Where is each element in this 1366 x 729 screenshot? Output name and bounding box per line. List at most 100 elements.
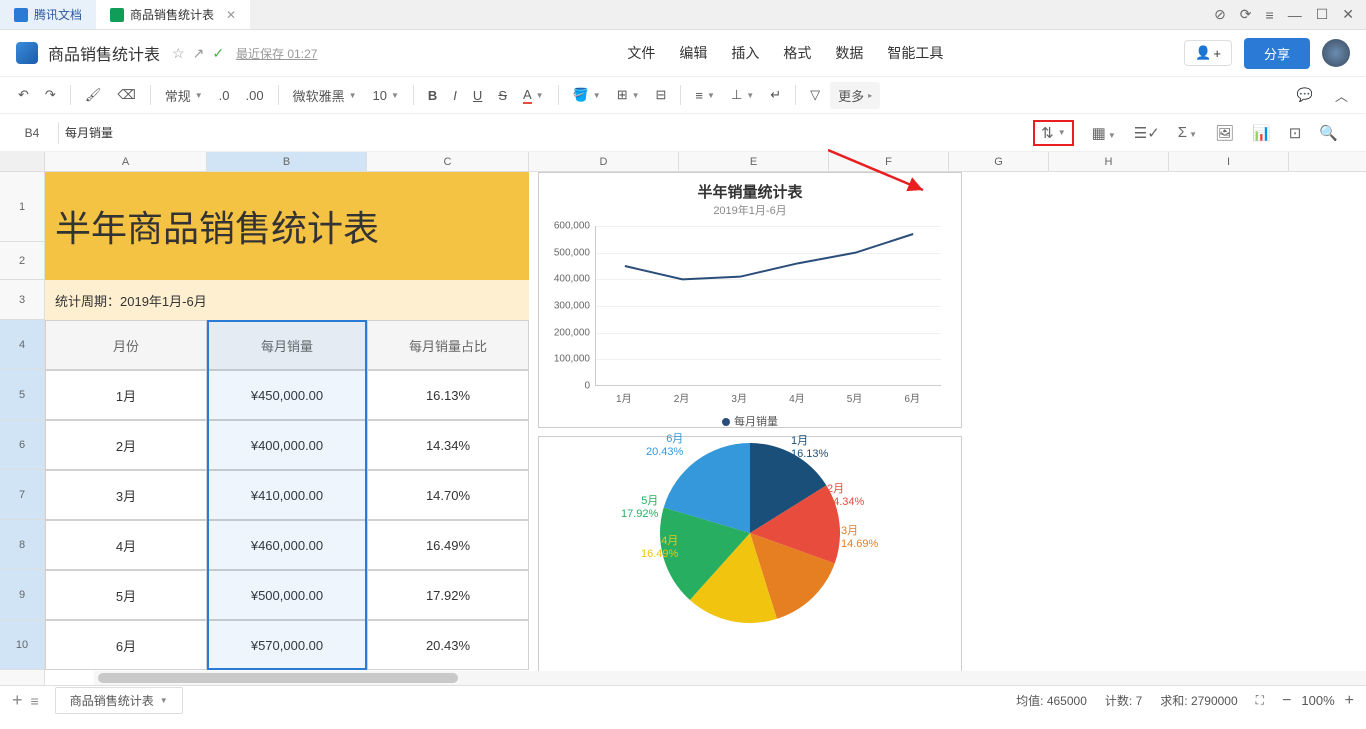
cell-b7[interactable]: ¥410,000.00 [207, 470, 367, 520]
undo-button[interactable]: ↶ [12, 83, 35, 107]
cell-b9[interactable]: ¥500,000.00 [207, 570, 367, 620]
header-month[interactable]: 月份 [45, 320, 207, 370]
row-header-7[interactable]: 7 [0, 470, 44, 520]
number-format-dropdown[interactable]: 常规▼ [159, 82, 209, 109]
header-sales[interactable]: 每月销量 [207, 320, 367, 370]
collapse-toolbar-button[interactable]: ︿ [1329, 82, 1354, 109]
find-button[interactable]: 🔍 [1319, 124, 1338, 142]
star-icon[interactable]: ☆ [172, 45, 185, 62]
format-painter-button[interactable]: 🖌 [79, 83, 108, 107]
insert-image-button[interactable]: 🖼 [1215, 124, 1234, 142]
italic-button[interactable]: I [447, 84, 463, 107]
menu-edit[interactable]: 编辑 [679, 43, 707, 63]
add-sheet-button[interactable]: + [12, 690, 23, 711]
insert-chart-button[interactable]: 📊 [1252, 124, 1271, 142]
underline-button[interactable]: U [467, 84, 488, 107]
col-header-e[interactable]: E [679, 152, 829, 171]
more-button[interactable]: 更多▸ [830, 82, 880, 109]
fullscreen-icon[interactable]: ⛶ [1256, 693, 1264, 708]
header-percent[interactable]: 每月销量占比 [367, 320, 529, 370]
row-header-5[interactable]: 5 [0, 370, 44, 420]
horizontal-scrollbar[interactable] [94, 671, 1366, 685]
app-tab-document[interactable]: 商品销售统计表 ✕ [96, 0, 250, 29]
refresh-icon[interactable]: ⟳ [1240, 6, 1252, 23]
col-header-b[interactable]: B [207, 152, 367, 171]
row-header-9[interactable]: 9 [0, 570, 44, 620]
window-maximize-icon[interactable]: ☐ [1316, 6, 1329, 23]
cell-b6[interactable]: ¥400,000.00 [207, 420, 367, 470]
cell-c5[interactable]: 16.13% [367, 370, 529, 420]
col-header-d[interactable]: D [529, 152, 679, 171]
vertical-align-button[interactable]: ⊥▼ [725, 83, 760, 107]
text-wrap-button[interactable]: ↵ [764, 83, 787, 107]
cell-b10[interactable]: ¥570,000.00 [207, 620, 367, 670]
menu-format[interactable]: 格式 [783, 43, 811, 63]
freeze-button[interactable]: ⊡ [1289, 124, 1302, 142]
clear-format-button[interactable]: ⌫ [111, 83, 141, 107]
sheet-menu-button[interactable]: ≡ [31, 693, 39, 709]
window-minimize-icon[interactable]: — [1288, 7, 1302, 23]
comment-button[interactable]: 💬 [1291, 82, 1319, 109]
pie-chart[interactable]: 1月16.13%2月14.34%3月14.69%4月16.49%5月17.92%… [538, 436, 962, 685]
menu-insert[interactable]: 插入 [731, 43, 759, 63]
hamburger-icon[interactable]: ≡ [1266, 7, 1274, 23]
merge-cells-button[interactable]: ⊟ [650, 83, 673, 107]
cell-a6[interactable]: 2月 [45, 420, 207, 470]
function-button[interactable]: Σ▼ [1178, 124, 1197, 141]
conditional-format-button[interactable]: ▦▼ [1092, 124, 1116, 142]
filter-button[interactable]: ▽ [804, 83, 826, 107]
sheet-title-cell[interactable]: 半年商品销售统计表 [45, 172, 529, 280]
formula-bar-content[interactable]: 每月销量 [65, 124, 113, 141]
decrease-decimal-button[interactable]: .0 [213, 84, 236, 107]
zoom-out-button[interactable]: − [1282, 692, 1291, 710]
horizontal-align-button[interactable]: ≡▼ [689, 84, 721, 107]
cells-area[interactable]: 半年商品销售统计表 统计周期：2019年1月-6月 月份 每月销量 每月销量占比… [45, 172, 1366, 685]
cell-a8[interactable]: 4月 [45, 520, 207, 570]
sheet-tab[interactable]: 商品销售统计表▼ [55, 687, 183, 714]
strikethrough-button[interactable]: S [492, 84, 513, 107]
menu-file[interactable]: 文件 [627, 43, 655, 63]
cell-c8[interactable]: 16.49% [367, 520, 529, 570]
increase-decimal-button[interactable]: .00 [240, 84, 270, 107]
period-cell[interactable]: 统计周期：2019年1月-6月 [45, 280, 529, 320]
add-user-button[interactable]: 👤+ [1184, 40, 1232, 66]
cell-c10[interactable]: 20.43% [367, 620, 529, 670]
share-button[interactable]: 分享 [1244, 38, 1310, 69]
sort-button[interactable]: ⇅▼ [1033, 120, 1074, 146]
cell-c9[interactable]: 17.92% [367, 570, 529, 620]
redo-button[interactable]: ↷ [39, 83, 62, 107]
avatar[interactable] [1322, 39, 1350, 67]
col-header-c[interactable]: C [367, 152, 529, 171]
row-header-6[interactable]: 6 [0, 420, 44, 470]
no-entry-icon[interactable]: ⊘ [1214, 6, 1226, 23]
menu-tools[interactable]: 智能工具 [887, 43, 943, 63]
data-validation-button[interactable]: ☰✓ [1134, 124, 1160, 142]
cell-b8[interactable]: ¥460,000.00 [207, 520, 367, 570]
cell-a10[interactable]: 6月 [45, 620, 207, 670]
zoom-level[interactable]: 100% [1301, 693, 1334, 708]
zoom-in-button[interactable]: + [1345, 692, 1354, 710]
row-header-3[interactable]: 3 [0, 280, 44, 320]
font-size-dropdown[interactable]: 10▼ [367, 84, 405, 107]
scrollbar-thumb[interactable] [98, 673, 458, 683]
col-header-a[interactable]: A [45, 152, 207, 171]
font-color-button[interactable]: A▼ [517, 83, 550, 108]
borders-button[interactable]: ⊞▼ [611, 83, 646, 107]
fill-color-button[interactable]: 🪣▼ [567, 83, 607, 107]
cell-c6[interactable]: 14.34% [367, 420, 529, 470]
line-chart[interactable]: 半年销量统计表 2019年1月-6月 0100,000200,000300,00… [538, 172, 962, 428]
col-header-f[interactable]: F [829, 152, 949, 171]
row-header-1[interactable]: 1 [0, 172, 44, 242]
cell-b5[interactable]: ¥450,000.00 [207, 370, 367, 420]
row-header-4[interactable]: 4 [0, 320, 44, 370]
export-icon[interactable]: ↗ [193, 45, 205, 62]
font-family-dropdown[interactable]: 微软雅黑▼ [287, 82, 363, 109]
cell-a5[interactable]: 1月 [45, 370, 207, 420]
cell-a9[interactable]: 5月 [45, 570, 207, 620]
select-all-corner[interactable] [0, 152, 45, 171]
row-header-10[interactable]: 10 [0, 620, 44, 670]
save-status[interactable]: 最近保存 01:27 [236, 45, 317, 62]
row-header-8[interactable]: 8 [0, 520, 44, 570]
col-header-g[interactable]: G [949, 152, 1049, 171]
app-tab-tencent[interactable]: 腾讯文档 [0, 0, 96, 29]
